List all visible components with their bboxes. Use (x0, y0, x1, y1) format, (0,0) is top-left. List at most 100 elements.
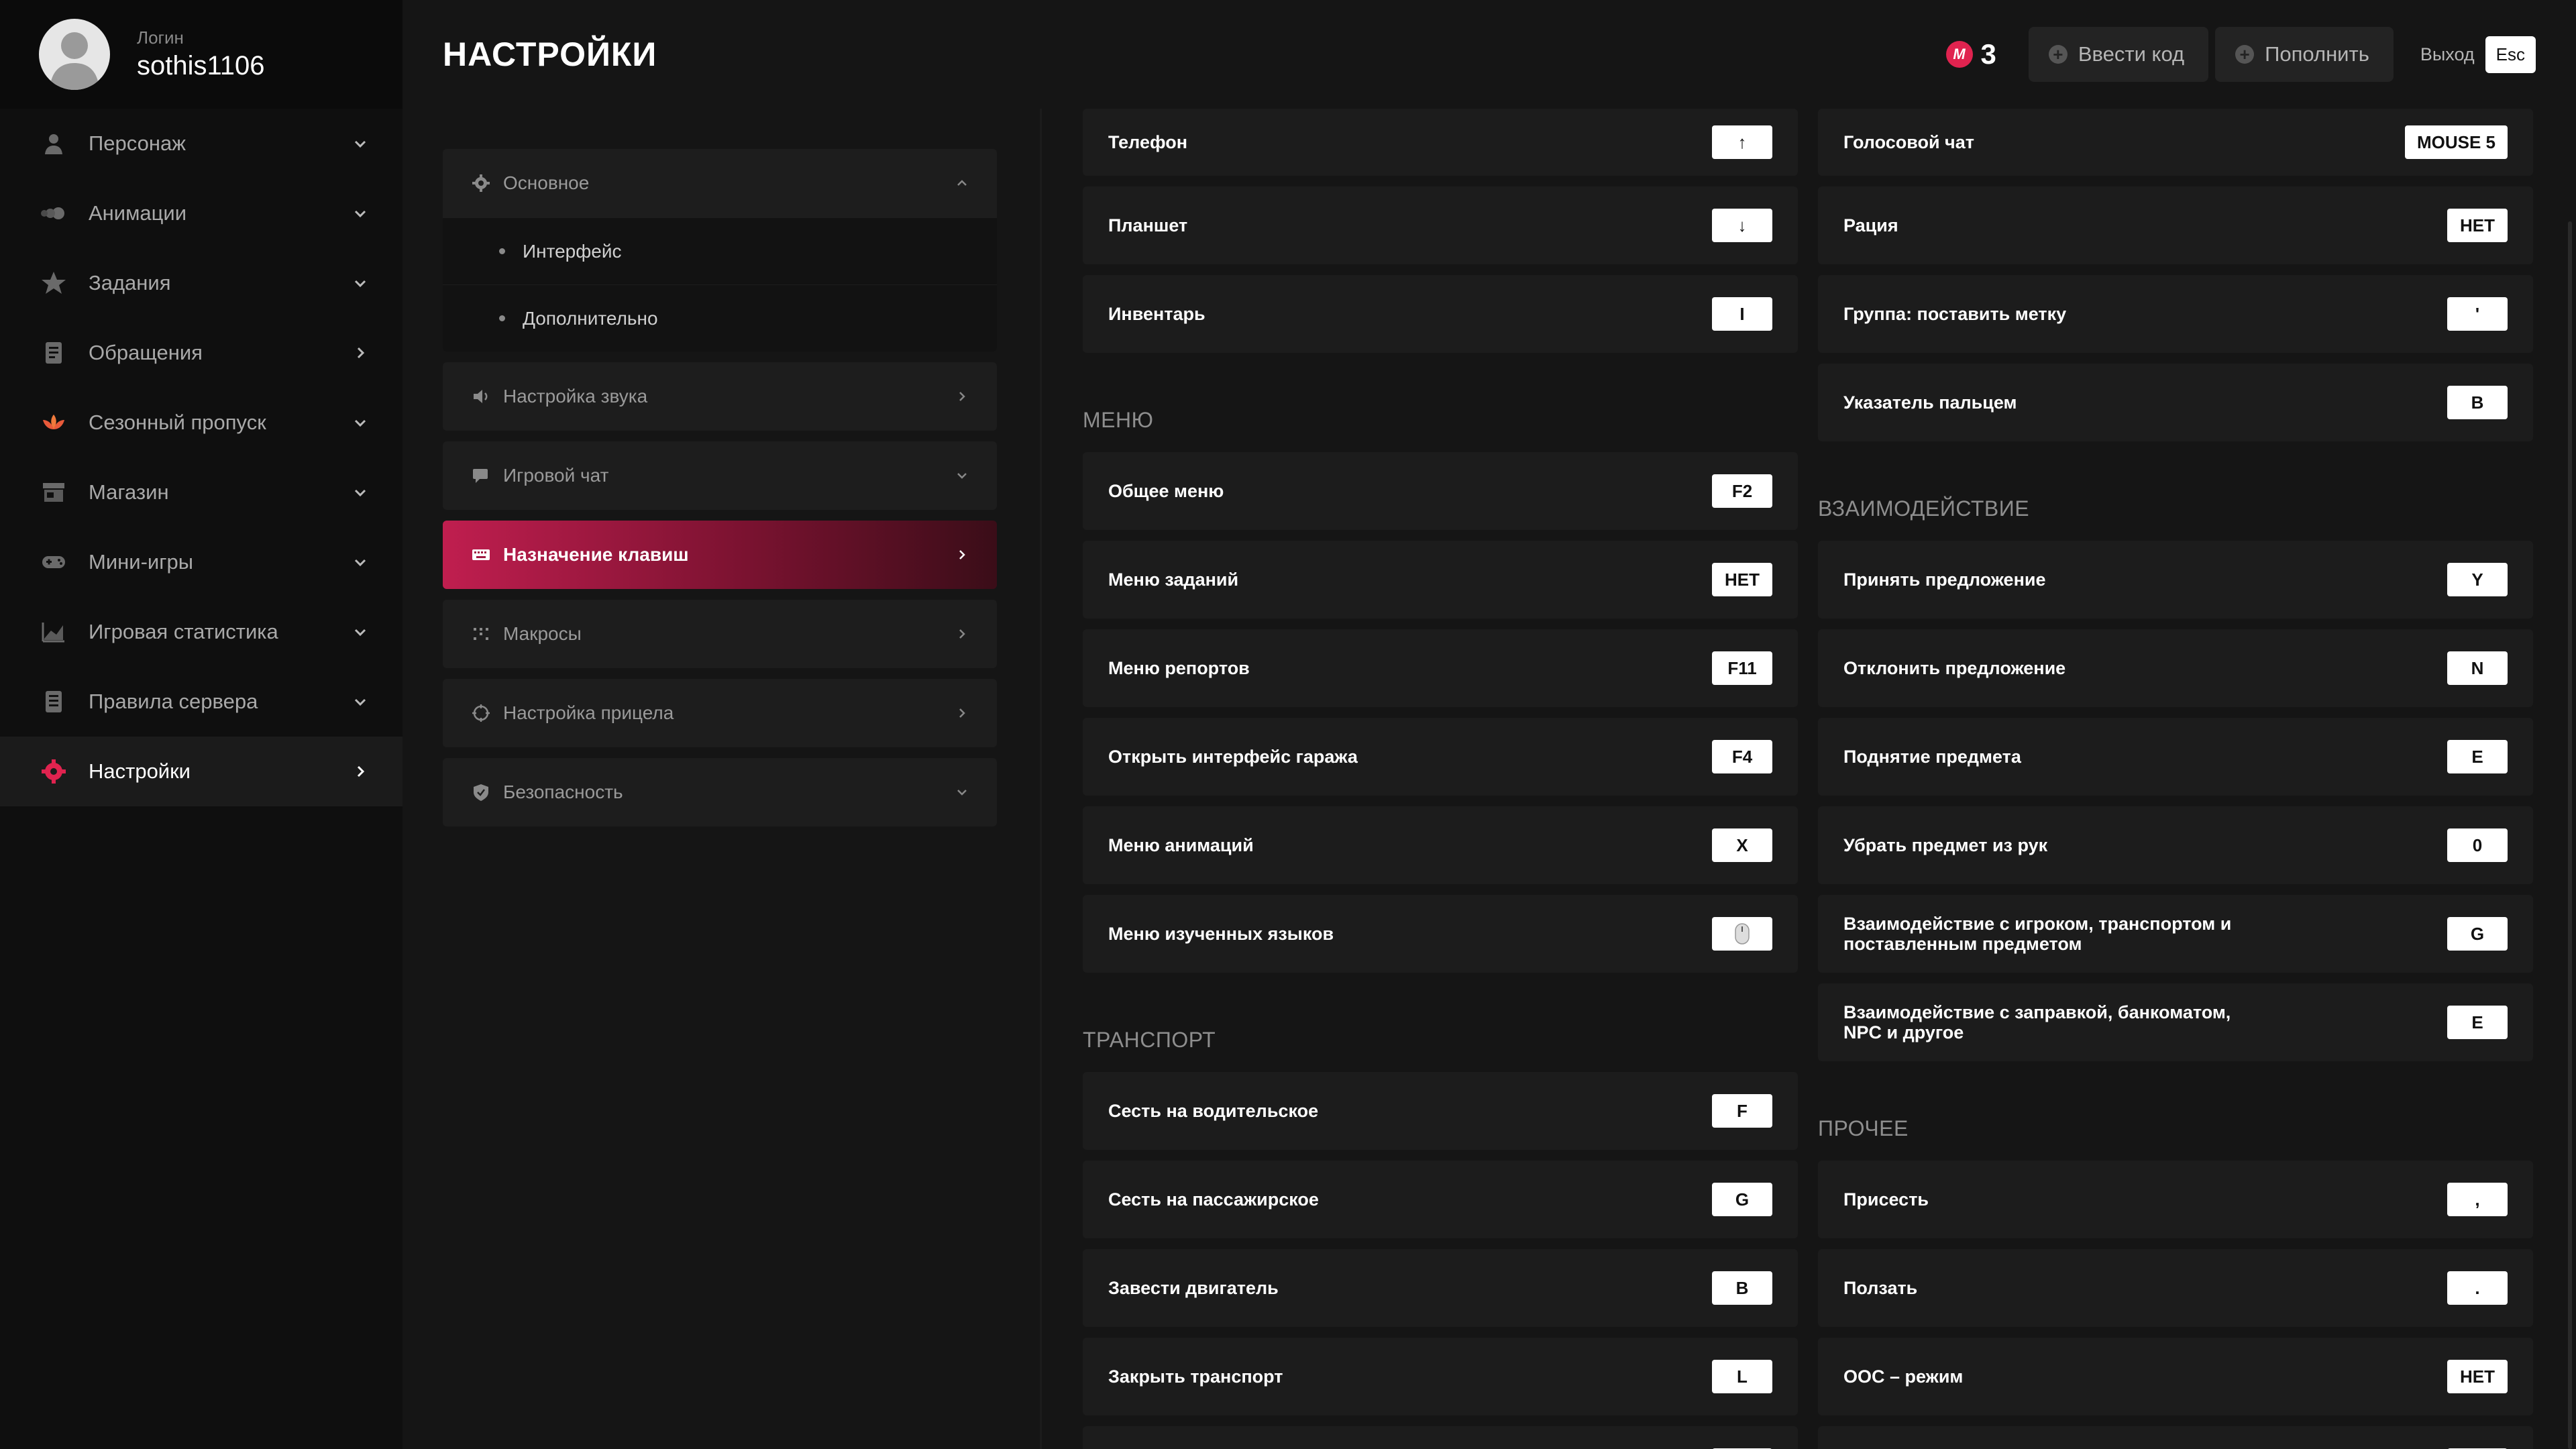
keybind-row-interact-station[interactable]: Взаимодействие с заправкой, банкоматом, … (1818, 983, 2533, 1061)
category-sound[interactable]: Настройка звука (443, 362, 997, 431)
keybind-row-ooc-mode[interactable]: OOC – режим НЕТ (1818, 1338, 2533, 1415)
shield-icon (471, 782, 491, 802)
keybind-key[interactable]: НЕТ (2447, 209, 2508, 242)
keybind-key[interactable]: F4 (1712, 740, 1772, 773)
scrollbar[interactable] (2568, 221, 2572, 1449)
animation-icon (40, 200, 67, 227)
sidebar-item-animations[interactable]: Анимации (0, 178, 402, 248)
keybind-row-voice-chat[interactable]: Голосовой чат MOUSE 5 (1818, 109, 2533, 176)
keybind-key[interactable]: Y (2447, 563, 2508, 596)
keybind-row-passenger-seat[interactable]: Сесть на пассажирское G (1083, 1161, 1798, 1238)
keybind-row-phone[interactable]: Телефон ↑ (1083, 109, 1798, 176)
sidebar-item-requests[interactable]: Обращения (0, 318, 402, 388)
user-profile[interactable]: Логин sothis1106 (0, 0, 402, 109)
keybind-label: Сесть на водительское (1108, 1101, 1319, 1121)
keybind-key[interactable]: E (2447, 1006, 2508, 1039)
category-main[interactable]: Основное (443, 149, 997, 217)
chevron-right-icon (357, 347, 365, 359)
subcategory-label: Дополнительно (523, 307, 658, 329)
category-security[interactable]: Безопасность (443, 758, 997, 826)
keybind-label: Ползать (1843, 1278, 1918, 1298)
keybind-key[interactable]: G (2447, 917, 2508, 951)
sidebar-item-character[interactable]: Персонаж (0, 109, 402, 178)
keybind-key[interactable]: ↓ (1712, 209, 1772, 242)
keybind-key[interactable]: E (2447, 740, 2508, 773)
sidebar-item-tasks[interactable]: Задания (0, 248, 402, 318)
keybind-key[interactable]: , (2447, 1183, 2508, 1216)
keybind-row-general-menu[interactable]: Общее меню F2 (1083, 452, 1798, 530)
keybind-row-reports-menu[interactable]: Меню репортов F11 (1083, 629, 1798, 707)
keybind-row-lock-vehicle[interactable]: Закрыть транспорт L (1083, 1338, 1798, 1415)
keybinds-column-left: Телефон ↑ Планшет ↓ Инвентарь I МЕНЮ Общ… (1083, 109, 1798, 1449)
subcategory-additional[interactable]: Дополнительно (443, 284, 997, 352)
keybind-row-group-marker[interactable]: Группа: поставить метку ' (1818, 275, 2533, 353)
chevron-right-icon (959, 550, 965, 559)
sidebar-item-server-rules[interactable]: Правила сервера (0, 667, 402, 737)
keybind-key[interactable]: N (2447, 651, 2508, 685)
keybind-key[interactable]: I (1712, 297, 1772, 331)
keybind-row-tablet[interactable]: Планшет ↓ (1083, 186, 1798, 264)
sidebar-item-store[interactable]: Магазин (0, 458, 402, 527)
category-macros[interactable]: Макросы (443, 600, 997, 668)
esc-button[interactable]: Esc (2485, 36, 2536, 73)
header-actions: M 3 + Ввести код + Пополнить Выход Esc (1945, 27, 2536, 82)
keybind-key[interactable]: L (1712, 1360, 1772, 1393)
sidebar: Логин sothis1106 Персонаж Анимации Задан… (0, 0, 402, 1449)
keybind-key[interactable]: F (1712, 1094, 1772, 1128)
star-icon (40, 270, 67, 297)
keybind-key[interactable]: X (1712, 828, 1772, 862)
keybind-key[interactable]: 0 (2447, 828, 2508, 862)
keybind-key[interactable]: MOUSE 5 (2404, 125, 2508, 159)
keybind-label: Меню анимаций (1108, 835, 1254, 855)
keybind-row-languages-menu[interactable]: Меню изученных языков (1083, 895, 1798, 973)
keybind-key[interactable]: НЕТ (1712, 563, 1772, 596)
keybind-row-interact-player[interactable]: Взаимодействие с игроком, транспортом и … (1818, 895, 2533, 973)
keybind-row-accept-offer[interactable]: Принять предложение Y (1818, 541, 2533, 619)
keybind-row-tasks-menu[interactable]: Меню заданий НЕТ (1083, 541, 1798, 619)
bullet-icon (499, 315, 505, 321)
category-label: Настройка прицела (503, 702, 674, 723)
gear-icon (40, 758, 67, 785)
category-keybinds[interactable]: Назначение клавиш (443, 521, 997, 589)
keybind-row-partial[interactable] (1083, 1426, 1798, 1449)
keybind-row-start-engine[interactable]: Завести двигатель B (1083, 1249, 1798, 1327)
category-game-chat[interactable]: Игровой чат (443, 441, 997, 510)
keybind-row-inventory[interactable]: Инвентарь I (1083, 275, 1798, 353)
keybind-label: Меню заданий (1108, 570, 1239, 590)
keybind-row-decline-offer[interactable]: Отклонить предложение N (1818, 629, 2533, 707)
keybind-row-garage[interactable]: Открыть интерфейс гаража F4 (1083, 718, 1798, 796)
keybind-row-finger-point[interactable]: Указатель пальцем B (1818, 364, 2533, 441)
chevron-down-icon (957, 790, 967, 796)
keybind-key[interactable]: B (2447, 386, 2508, 419)
sidebar-nav: Персонаж Анимации Задания Обращения Сезо… (0, 109, 402, 806)
section-title-other: ПРОЧЕЕ (1818, 1116, 1909, 1140)
top-up-button[interactable]: + Пополнить (2215, 27, 2394, 82)
keybind-key[interactable]: . (2447, 1271, 2508, 1305)
sidebar-item-settings[interactable]: Настройки (0, 737, 402, 806)
keybind-key[interactable]: ↑ (1712, 125, 1772, 159)
keybind-row-crouch[interactable]: Присесть , (1818, 1161, 2533, 1238)
keybind-key[interactable]: G (1712, 1183, 1772, 1216)
keybind-key[interactable]: НЕТ (2447, 1360, 2508, 1393)
keybind-key[interactable]: F11 (1712, 651, 1772, 685)
keybind-row-radio[interactable]: Рация НЕТ (1818, 186, 2533, 264)
category-label: Безопасность (503, 782, 623, 802)
username: sothis1106 (137, 51, 265, 80)
keybind-key[interactable]: B (1712, 1271, 1772, 1305)
enter-code-button[interactable]: + Ввести код (2028, 27, 2209, 82)
sidebar-item-game-stats[interactable]: Игровая статистика (0, 597, 402, 667)
keybind-key-mouse[interactable] (1712, 917, 1772, 951)
gear-icon (471, 173, 491, 193)
sidebar-item-mini-games[interactable]: Мини-игры (0, 527, 402, 597)
keybind-row-crawl[interactable]: Ползать . (1818, 1249, 2533, 1327)
category-crosshair[interactable]: Настройка прицела (443, 679, 997, 747)
keybind-key[interactable]: ' (2447, 297, 2508, 331)
subcategory-interface[interactable]: Интерфейс (443, 217, 997, 284)
keybind-row-pick-up-item[interactable]: Поднятие предмета E (1818, 718, 2533, 796)
keybind-row-animations-menu[interactable]: Меню анимаций X (1083, 806, 1798, 884)
keybind-row-holster-item[interactable]: Убрать предмет из рук 0 (1818, 806, 2533, 884)
keybind-key[interactable]: F2 (1712, 474, 1772, 508)
keybind-row-partial[interactable] (1818, 1426, 2533, 1449)
keybind-row-driver-seat[interactable]: Сесть на водительское F (1083, 1072, 1798, 1150)
sidebar-item-season-pass[interactable]: Сезонный пропуск (0, 388, 402, 458)
